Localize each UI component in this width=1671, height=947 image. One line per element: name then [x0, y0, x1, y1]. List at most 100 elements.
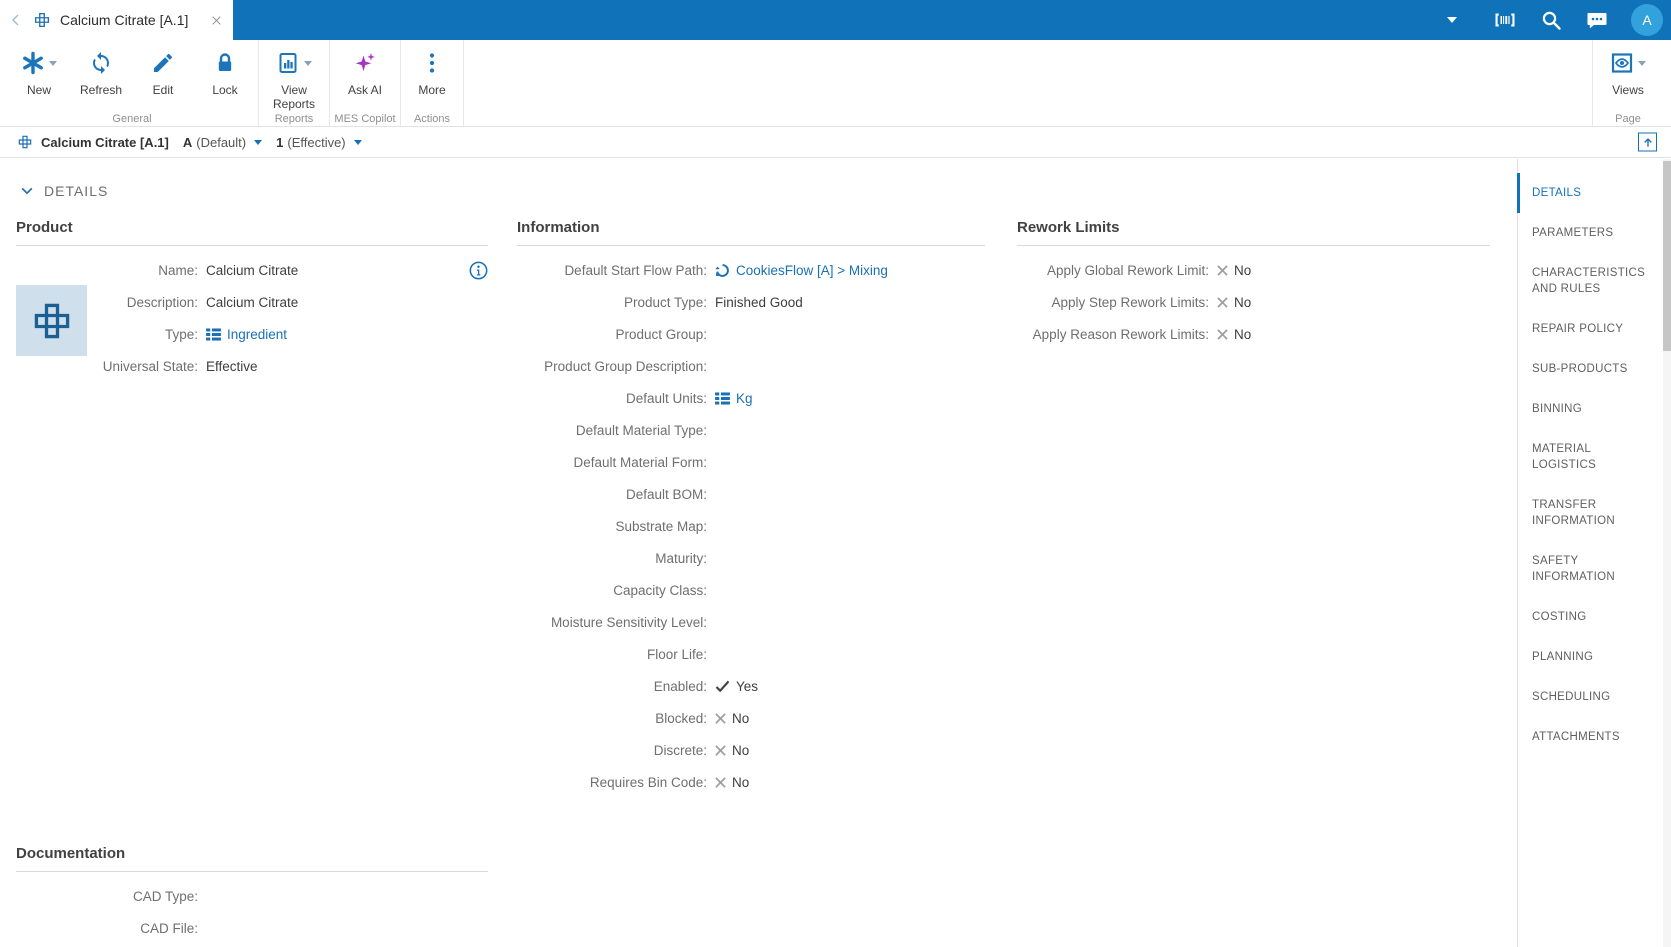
chevron-down-icon[interactable] — [1447, 17, 1457, 23]
documentation-section: Documentation CAD Type: CAD File: — [16, 845, 488, 944]
back-chevron-icon[interactable] — [8, 12, 24, 28]
toolbar-group-reports: View Reports Reports — [259, 40, 330, 126]
pencil-icon — [151, 51, 175, 75]
field-label: Product Type: — [517, 295, 715, 310]
field-value: Effective — [206, 359, 258, 374]
x-icon — [1217, 297, 1228, 308]
field-label: Maturity: — [517, 551, 715, 566]
version-selector[interactable]: A (Default) — [183, 135, 262, 150]
field-label: Default Units: — [517, 391, 715, 406]
nav-item-scheduling[interactable]: SCHEDULING — [1532, 689, 1657, 705]
section-title: Rework Limits — [1017, 219, 1490, 246]
page-section-nav: DETAILS PARAMETERS CHARACTERISTICS AND R… — [1517, 159, 1663, 947]
field-row-description: Description: Calcium Citrate — [16, 286, 488, 318]
close-tab-icon[interactable] — [210, 14, 223, 27]
product-icon — [33, 11, 51, 29]
field-value: Ingredient — [206, 327, 287, 342]
breadcrumb-entity: Calcium Citrate [A.1] — [41, 135, 169, 150]
flow-path-link[interactable]: CookiesFlow [A] > Mixing — [736, 263, 888, 278]
field-row-type: Type: Ingredient — [16, 318, 488, 350]
field-row-apply-reason-rework-limits: Apply Reason Rework Limits: No — [1017, 318, 1490, 350]
field-value: Yes — [715, 679, 758, 694]
units-link[interactable]: Kg — [736, 391, 753, 406]
view-reports-button[interactable]: View Reports — [261, 47, 327, 113]
search-icon[interactable] — [1539, 8, 1563, 32]
section-title: Product — [16, 219, 488, 246]
barcode-scanner-icon[interactable] — [1493, 8, 1517, 32]
nav-item-characteristics-and-rules[interactable]: CHARACTERISTICS AND RULES — [1532, 265, 1657, 297]
field-value: Kg — [715, 391, 753, 406]
field-row-floor-life: Floor Life: — [517, 638, 985, 670]
chevron-down-icon — [49, 61, 57, 66]
tab-title: Calcium Citrate [A.1] — [60, 12, 201, 28]
lock-icon — [213, 51, 237, 75]
chevron-down-icon — [254, 140, 262, 145]
lock-button[interactable]: Lock — [194, 47, 256, 113]
field-row-blocked: Blocked: No — [517, 702, 985, 734]
info-icon[interactable] — [469, 261, 488, 280]
field-value: Finished Good — [715, 295, 803, 310]
nav-item-parameters[interactable]: PARAMETERS — [1532, 225, 1657, 241]
field-label: Default Start Flow Path: — [517, 263, 715, 278]
field-row-product-type: Product Type: Finished Good — [517, 286, 985, 318]
document-tab[interactable]: Calcium Citrate [A.1] — [0, 0, 233, 40]
group-label: Actions — [403, 113, 461, 128]
nav-item-sub-products[interactable]: SUB-PRODUCTS — [1532, 361, 1657, 377]
field-label: Type: — [16, 327, 206, 342]
field-row-default-material-form: Default Material Form: — [517, 446, 985, 478]
type-link[interactable]: Ingredient — [227, 327, 287, 342]
details-section-toggle[interactable]: DETAILS — [20, 183, 108, 199]
nav-item-details[interactable]: DETAILS — [1532, 185, 1657, 201]
field-label: Apply Reason Rework Limits: — [1017, 327, 1217, 342]
field-value: No — [715, 711, 749, 726]
topbar-actions: A — [1447, 0, 1663, 40]
nav-item-transfer-information[interactable]: TRANSFER INFORMATION — [1532, 497, 1657, 529]
nav-item-safety-information[interactable]: SAFETY INFORMATION — [1532, 553, 1657, 585]
field-label: CAD File: — [16, 921, 206, 936]
nav-item-costing[interactable]: COSTING — [1532, 609, 1657, 625]
nav-item-planning[interactable]: PLANNING — [1532, 649, 1657, 665]
field-value: No — [715, 743, 749, 758]
details-section-title: DETAILS — [44, 183, 108, 199]
new-button[interactable]: New — [8, 47, 70, 113]
arrow-up-icon — [1642, 136, 1654, 148]
views-button[interactable]: Views — [1595, 47, 1661, 113]
field-row-discrete: Discrete: No — [517, 734, 985, 766]
ask-ai-button[interactable]: Ask AI — [332, 47, 398, 113]
toolbar-group-actions: More Actions — [401, 40, 464, 126]
field-row-requires-bin-code: Requires Bin Code: No — [517, 766, 985, 798]
collapse-panel-button[interactable] — [1638, 133, 1657, 152]
field-label: Substrate Map: — [517, 519, 715, 534]
more-button[interactable]: More — [403, 47, 461, 113]
refresh-button[interactable]: Refresh — [70, 47, 132, 113]
asterisk-icon — [21, 51, 45, 75]
scrollbar-thumb[interactable] — [1663, 161, 1671, 351]
x-icon — [1217, 329, 1228, 340]
revision-selector[interactable]: 1 (Effective) — [276, 135, 362, 150]
field-row-cad-type: CAD Type: — [16, 880, 488, 912]
nav-item-attachments[interactable]: ATTACHMENTS — [1532, 729, 1657, 745]
field-label: Apply Step Rework Limits: — [1017, 295, 1217, 310]
field-label: Product Group: — [517, 327, 715, 342]
product-icon — [17, 134, 33, 150]
breadcrumb: Calcium Citrate [A.1] A (Default) 1 (Eff… — [0, 127, 1671, 158]
x-icon — [1217, 265, 1228, 276]
field-label: Default Material Form: — [517, 455, 715, 470]
field-label: Description: — [16, 295, 206, 310]
group-label: General — [8, 113, 256, 128]
vertical-scrollbar[interactable] — [1663, 159, 1671, 947]
section-title: Information — [517, 219, 985, 246]
field-label: Moisture Sensitivity Level: — [517, 615, 715, 630]
user-avatar[interactable]: A — [1631, 4, 1663, 36]
chevron-down-icon — [20, 184, 34, 198]
field-value: Calcium Citrate — [206, 263, 298, 278]
chat-icon[interactable] — [1585, 8, 1609, 32]
nav-item-material-logistics[interactable]: MATERIAL LOGISTICS — [1532, 441, 1657, 473]
field-label: Floor Life: — [517, 647, 715, 662]
edit-button[interactable]: Edit — [132, 47, 194, 113]
flow-icon — [715, 263, 730, 278]
field-label: Product Group Description: — [517, 359, 715, 374]
nav-item-repair-policy[interactable]: REPAIR POLICY — [1532, 321, 1657, 337]
nav-item-binning[interactable]: BINNING — [1532, 401, 1657, 417]
field-label: Discrete: — [517, 743, 715, 758]
